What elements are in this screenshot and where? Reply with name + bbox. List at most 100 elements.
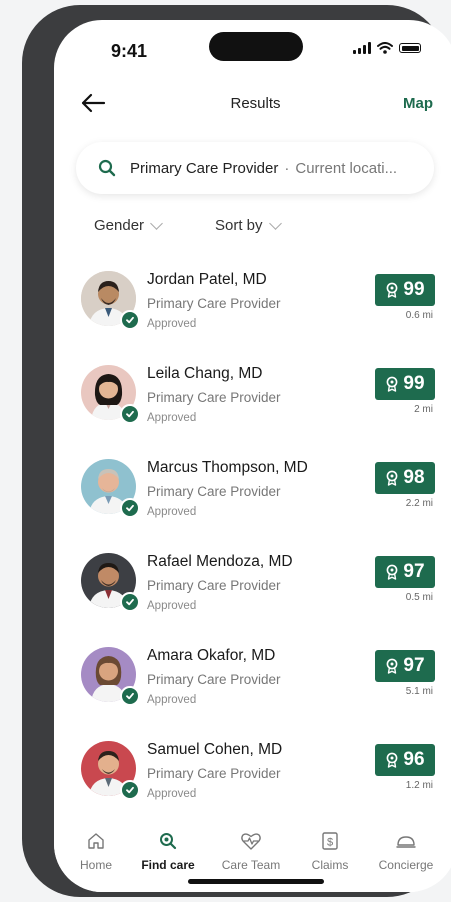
tab-label: Concierge	[378, 858, 434, 872]
gender-filter-label: Gender	[94, 217, 145, 234]
status-bar: 9:41	[54, 20, 451, 80]
provider-name: Amara Okafor, MD	[147, 647, 276, 664]
verified-check-icon	[120, 780, 140, 800]
dynamic-island	[209, 32, 303, 61]
signal-icon	[353, 42, 371, 54]
tab-label: Home	[79, 858, 112, 872]
quality-score-badge: 99	[375, 368, 435, 400]
award-icon	[387, 470, 398, 486]
quality-score: 99	[403, 279, 425, 300]
award-icon	[387, 564, 398, 580]
filter-bar: Gender Sort by	[54, 213, 451, 243]
provider-distance: 5.1 mi	[405, 686, 433, 697]
status-time: 9:41	[111, 41, 148, 61]
provider-specialty: Primary Care Provider	[147, 484, 281, 499]
provider-name: Jordan Patel, MD	[147, 271, 267, 288]
search-icon	[98, 159, 116, 177]
provider-specialty: Primary Care Provider	[147, 390, 281, 405]
provider-distance: 0.6 mi	[405, 310, 433, 321]
provider-distance: 1.2 mi	[405, 780, 433, 791]
search-location: Current locati...	[295, 159, 398, 177]
quality-score-badge: 96	[375, 744, 435, 776]
search-query: Primary Care Provider · Current locati...	[130, 160, 430, 177]
quality-score-badge: 97	[375, 650, 435, 682]
provider-status: Approved	[147, 412, 197, 424]
provider-status: Approved	[147, 506, 197, 518]
quality-score-badge: 97	[375, 556, 435, 588]
map-button[interactable]: Map	[403, 95, 433, 112]
avatar	[81, 741, 140, 800]
tab-label: Find care	[141, 858, 195, 872]
service-bell-icon	[396, 836, 416, 848]
provider-specialty: Primary Care Provider	[147, 578, 281, 593]
award-icon	[387, 282, 398, 298]
provider-status: Approved	[147, 694, 197, 706]
provider-distance: 2 mi	[414, 404, 433, 415]
wifi-icon	[377, 42, 393, 54]
verified-check-icon	[120, 404, 140, 424]
verified-check-icon	[120, 498, 140, 518]
award-icon	[387, 376, 398, 392]
provider-name: Leila Chang, MD	[147, 365, 263, 382]
tab-find-care[interactable]: Find care	[128, 830, 208, 872]
provider-status: Approved	[147, 788, 197, 800]
sort-filter-label: Sort by	[215, 217, 263, 234]
provider-name: Marcus Thompson, MD	[147, 459, 308, 476]
award-icon	[387, 658, 398, 674]
verified-check-icon	[120, 592, 140, 612]
tab-label: Claims	[311, 858, 349, 872]
quality-score-badge: 98	[375, 462, 435, 494]
provider-row[interactable]: Samuel Cohen, MD Primary Care Provider A…	[54, 736, 451, 830]
tab-care-team[interactable]: Care Team	[211, 830, 291, 872]
provider-specialty: Primary Care Provider	[147, 672, 281, 687]
find-care-icon	[160, 833, 177, 850]
tab-home[interactable]: Home	[56, 830, 136, 872]
quality-score: 97	[403, 655, 425, 676]
provider-status: Approved	[147, 600, 197, 612]
tab-claims[interactable]: $ Claims	[290, 830, 370, 872]
verified-check-icon	[120, 686, 140, 706]
avatar	[81, 459, 140, 518]
provider-specialty: Primary Care Provider	[147, 766, 281, 781]
screen: 9:41 Results Map Primary Care Provider ·…	[54, 20, 451, 892]
provider-row[interactable]: Rafael Mendoza, MD Primary Care Provider…	[54, 548, 451, 642]
phone-frame: 9:41 Results Map Primary Care Provider ·…	[22, 5, 451, 897]
avatar	[81, 271, 140, 330]
provider-row[interactable]: Amara Okafor, MD Primary Care Provider A…	[54, 642, 451, 736]
provider-row[interactable]: Leila Chang, MD Primary Care Provider Ap…	[54, 360, 451, 454]
battery-icon	[399, 43, 421, 53]
provider-name: Samuel Cohen, MD	[147, 741, 283, 758]
search-separator: ·	[284, 159, 290, 177]
page-title: Results	[230, 95, 281, 112]
provider-row[interactable]: Marcus Thompson, MD Primary Care Provide…	[54, 454, 451, 548]
heart-pulse-icon	[241, 833, 261, 850]
verified-check-icon	[120, 310, 140, 330]
avatar	[81, 553, 140, 612]
svg-text:$: $	[327, 837, 333, 849]
quality-score-badge: 99	[375, 274, 435, 306]
sort-filter[interactable]: Sort by	[209, 213, 286, 238]
provider-name: Rafael Mendoza, MD	[147, 553, 293, 570]
dollar-icon: $	[322, 832, 338, 850]
provider-distance: 0.5 mi	[405, 592, 433, 603]
quality-score: 97	[403, 561, 425, 582]
gender-filter[interactable]: Gender	[88, 213, 167, 238]
search-term: Primary Care Provider	[130, 159, 279, 177]
home-indicator	[188, 879, 324, 884]
system-icons	[353, 42, 421, 54]
provider-row[interactable]: Jordan Patel, MD Primary Care Provider A…	[54, 266, 451, 360]
search-bar[interactable]: Primary Care Provider · Current locati...	[76, 142, 434, 194]
award-icon	[387, 752, 398, 768]
provider-distance: 2.2 mi	[405, 498, 433, 509]
home-icon	[88, 833, 104, 849]
avatar	[81, 365, 140, 424]
chevron-down-icon	[268, 216, 282, 230]
chevron-down-icon	[150, 216, 163, 230]
provider-status: Approved	[147, 318, 197, 330]
quality-score: 96	[403, 749, 425, 770]
provider-specialty: Primary Care Provider	[147, 296, 281, 311]
quality-score: 99	[403, 373, 425, 394]
tab-label: Care Team	[221, 858, 281, 872]
tab-concierge[interactable]: Concierge	[366, 830, 446, 872]
tab-bar: Home Find care Care Team $ Claims Concie…	[54, 820, 451, 892]
